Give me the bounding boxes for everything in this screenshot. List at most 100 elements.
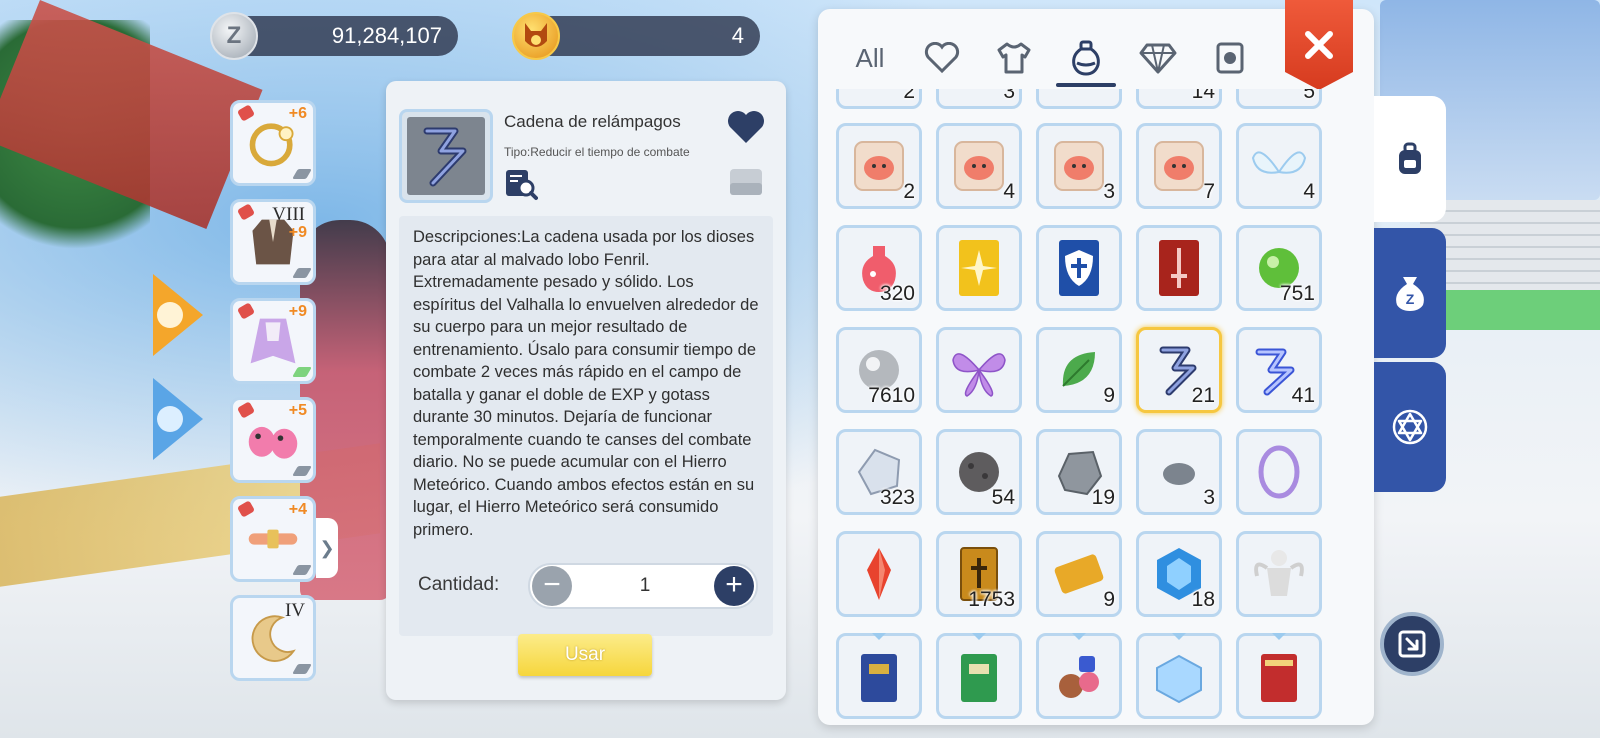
- inventory-slot[interactable]: [1036, 89, 1122, 109]
- equip-tier: VIII: [272, 204, 305, 225]
- use-button[interactable]: Usar: [518, 634, 652, 676]
- tab-favorites[interactable]: [910, 31, 974, 85]
- inventory-slot[interactable]: 323: [836, 429, 922, 515]
- inventory-slot[interactable]: 7: [1136, 123, 1222, 209]
- inventory-slot[interactable]: [1236, 531, 1322, 617]
- shirt-icon: [157, 302, 183, 328]
- item-preview: [399, 109, 493, 203]
- inventory-slot[interactable]: 2: [836, 123, 922, 209]
- tab-gems[interactable]: [1126, 31, 1190, 85]
- inventory-slot[interactable]: [1136, 225, 1222, 311]
- tab-all-label: All: [855, 42, 885, 73]
- inventory-slot[interactable]: [936, 225, 1022, 311]
- butterfly-wings-icon: [949, 340, 1009, 400]
- inventory-slot[interactable]: [1036, 633, 1122, 719]
- quantity-label: Cantidad:: [418, 574, 500, 595]
- inventory-slot[interactable]: 3: [936, 89, 1022, 109]
- favorite-heart-icon[interactable]: [726, 109, 766, 145]
- quantity-minus-button[interactable]: −: [532, 566, 572, 606]
- inventory-slot[interactable]: 1753: [936, 531, 1022, 617]
- side-tab-bag[interactable]: [1374, 96, 1446, 222]
- item-count: 3: [1003, 89, 1015, 103]
- quantity-value[interactable]: 1: [610, 575, 680, 597]
- inventory-slot[interactable]: 14: [1136, 89, 1222, 109]
- item-description: Descripciones:La cadena usada por los di…: [413, 228, 759, 539]
- refine-level: +5: [288, 402, 307, 419]
- inventory-grid[interactable]: 2 3 14 5 2 4 3 7 4 320 751 7610 9 21 41 323 54 19 3 1753 9 18: [830, 89, 1356, 725]
- refine-level: +6: [288, 105, 307, 122]
- inventory-slot[interactable]: 3: [1036, 123, 1122, 209]
- inventory-slot[interactable]: 54: [936, 429, 1022, 515]
- expand-equipment-button[interactable]: ❯: [316, 518, 338, 578]
- item-count: 54: [991, 486, 1015, 509]
- inventory-slot[interactable]: 4: [1236, 123, 1322, 209]
- item-bundle-icon: [1049, 646, 1109, 706]
- inventory-slot[interactable]: 2: [836, 89, 922, 109]
- side-tab-magic[interactable]: [1374, 362, 1446, 492]
- leaf-icon: [1049, 340, 1109, 400]
- item-preview-magnify-icon[interactable]: [504, 167, 538, 201]
- angel-statue-icon: [1249, 544, 1309, 604]
- item-count: 3: [1203, 486, 1215, 509]
- shoes-icon: [245, 412, 301, 468]
- tab-consumables[interactable]: [1054, 31, 1118, 87]
- inventory-slot[interactable]: 18: [1136, 531, 1222, 617]
- equip-slot-shoes[interactable]: +5: [230, 397, 316, 483]
- cape-icon: [245, 313, 301, 369]
- inventory-slot[interactable]: [836, 531, 922, 617]
- collapse-panel-button[interactable]: [1380, 612, 1444, 676]
- inventory-slot[interactable]: [936, 327, 1022, 413]
- item-count: 4: [1303, 180, 1315, 203]
- pet-card-icon: [1216, 42, 1244, 74]
- equip-slot-coat[interactable]: VIII +9: [230, 199, 316, 285]
- quantity-stepper: − 1 +: [528, 563, 758, 609]
- poring-scroll-icon: [949, 136, 1009, 196]
- item-type: Tipo:Reducir el tiempo de combate: [504, 145, 690, 159]
- inventory-slot[interactable]: 9: [1036, 327, 1122, 413]
- costume-arrow-button[interactable]: [153, 274, 203, 356]
- item-count: 2: [903, 89, 915, 103]
- inventory-slot[interactable]: 3: [1136, 429, 1222, 515]
- inventory-slot[interactable]: 320: [836, 225, 922, 311]
- inventory-panel: All 2 3 14 5 2 4 3 7 4 320 751 7610 9 21 41 323 54 19 3 175…: [818, 0, 1374, 725]
- inventory-slot-selected[interactable]: 21: [1136, 327, 1222, 413]
- small-stone-icon: [1149, 442, 1209, 502]
- equip-slot-ring[interactable]: +6: [230, 100, 316, 186]
- inventory-slot[interactable]: [936, 633, 1022, 719]
- inventory-slot[interactable]: 9: [1036, 531, 1122, 617]
- quantity-plus-button[interactable]: +: [714, 566, 754, 606]
- inventory-slot[interactable]: 19: [1036, 429, 1122, 515]
- inventory-slot[interactable]: 5: [1236, 89, 1322, 109]
- inventory-slot[interactable]: [1236, 429, 1322, 515]
- character-arrow-button[interactable]: [153, 378, 203, 460]
- cat-coin-counter: 4: [512, 12, 760, 60]
- tab-equipment[interactable]: [982, 31, 1046, 85]
- item-count: 1753: [968, 588, 1015, 611]
- equip-slot-cape[interactable]: +9: [230, 298, 316, 384]
- inventory-slot[interactable]: 41: [1236, 327, 1322, 413]
- heart-outline-icon: [924, 42, 960, 74]
- poring-scroll-icon: [1149, 136, 1209, 196]
- equip-slot-moon[interactable]: IV: [230, 595, 316, 681]
- shield-card-icon: [1049, 238, 1109, 298]
- cat-coin-icon: [512, 12, 560, 60]
- equip-slot-belt[interactable]: +4: [230, 496, 316, 582]
- tab-all[interactable]: All: [838, 31, 902, 85]
- tab-cards[interactable]: [1198, 31, 1262, 85]
- inventory-slot[interactable]: 751: [1236, 225, 1322, 311]
- new-item-marker: [1272, 633, 1286, 640]
- inventory-slot[interactable]: 4: [936, 123, 1022, 209]
- item-count: 2: [903, 180, 915, 203]
- close-button[interactable]: [1285, 0, 1353, 90]
- new-item-marker: [972, 633, 986, 640]
- inventory-slot[interactable]: [1236, 633, 1322, 719]
- storage-tray-icon[interactable]: [728, 167, 764, 197]
- inventory-slot[interactable]: [836, 633, 922, 719]
- item-count: 19: [1091, 486, 1115, 509]
- side-tab-zeny-bag[interactable]: Z: [1374, 228, 1446, 358]
- inventory-slot[interactable]: [1136, 633, 1222, 719]
- crystal-box-icon: [1149, 646, 1209, 706]
- zeny-coin-icon: Z: [210, 12, 258, 60]
- inventory-slot[interactable]: [1036, 225, 1122, 311]
- inventory-slot[interactable]: 7610: [836, 327, 922, 413]
